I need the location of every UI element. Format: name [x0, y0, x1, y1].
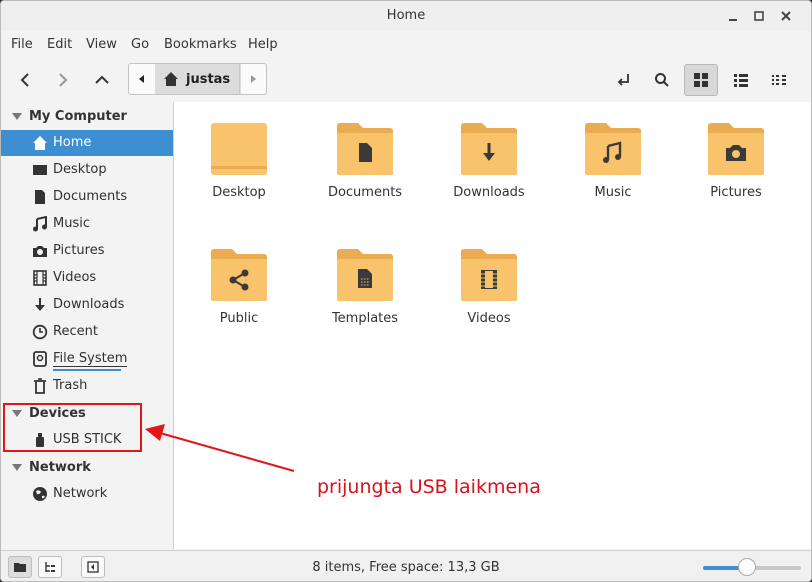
annotation-text: prijungta USB laikmena — [317, 476, 541, 498]
